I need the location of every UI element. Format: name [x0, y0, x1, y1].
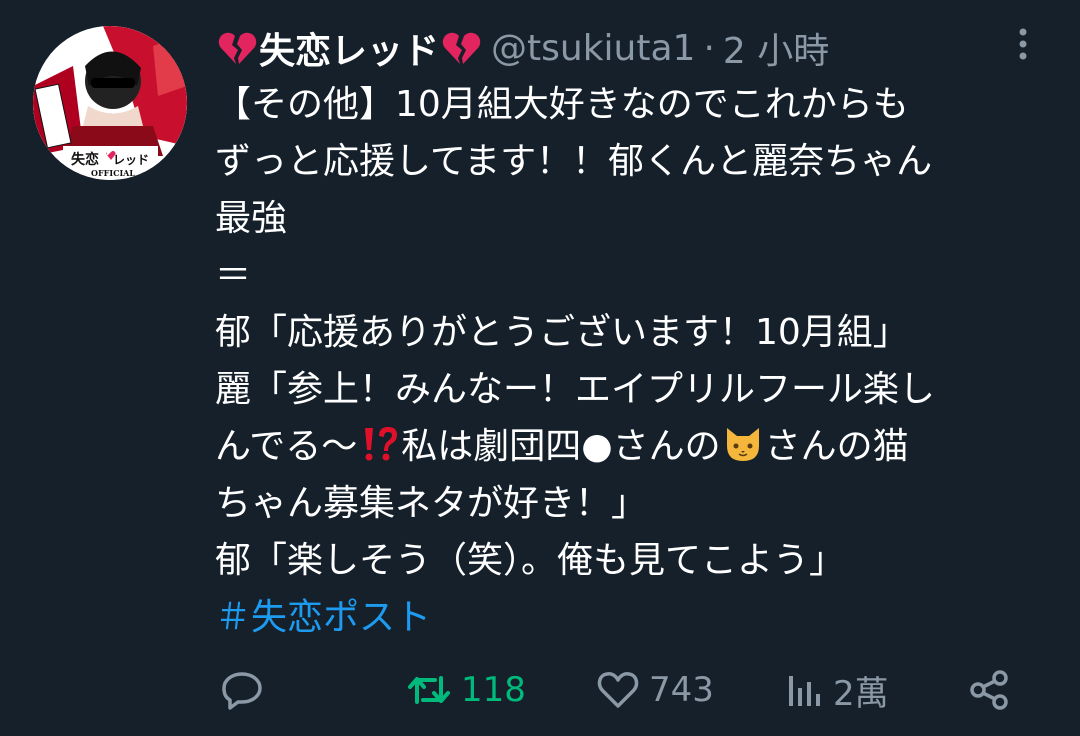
tweet-text-segment: 私は劇団四●さんの: [401, 426, 721, 467]
tweet-header: 失恋レッド @tsukiuta1 · 2 小時: [215, 20, 1045, 76]
avatar-logo-2: レッド: [113, 153, 149, 167]
separator: ·: [703, 27, 715, 69]
display-name-text: 失恋レッド: [259, 31, 440, 72]
tweet-text-segment: さんの猫: [764, 426, 909, 467]
tweet-text-segment: んでる〜: [215, 426, 358, 467]
tweet-line: 最強: [215, 198, 288, 239]
tweet-line: 麗「参上！みんなー！エイプリルフール楽し: [215, 369, 936, 410]
avatar-official: OFFICIAL: [91, 168, 135, 178]
tweet-content: 失恋レッド @tsukiuta1 · 2 小時 【その他】10月組大好きなのでこ…: [215, 20, 1045, 646]
like-button[interactable]: 743: [595, 660, 714, 720]
share-icon: [970, 670, 1008, 710]
display-name[interactable]: 失恋レッド: [215, 22, 483, 74]
tweet-line: 郁「楽しそう（笑）。俺も見てこよう」: [215, 540, 846, 581]
like-count: 743: [649, 670, 714, 710]
tweet-line: んでる〜 私は劇団四●さんの さんの猫: [215, 418, 1045, 475]
action-bar: 118 743 2萬: [215, 660, 1035, 720]
retweet-button[interactable]: 118: [405, 660, 526, 720]
cat-face-icon: [721, 424, 765, 481]
tweet-line: ちゃん募集ネタが好き！」: [215, 483, 648, 524]
tweet-line: 【その他】10月組大好きなのでこれからも: [215, 84, 909, 125]
retweet-count: 118: [461, 670, 526, 710]
views-icon: [789, 676, 820, 706]
broken-heart-icon: [441, 28, 481, 68]
timestamp[interactable]: 2 小時: [723, 22, 829, 74]
tweet-text: 【その他】10月組大好きなのでこれからも ずっと応援してます！！郁くんと麗奈ちゃ…: [215, 76, 1045, 646]
retweet-icon: [408, 676, 450, 704]
reply-button[interactable]: [220, 660, 272, 720]
handle[interactable]: @tsukiuta1: [491, 28, 695, 69]
hashtag-link[interactable]: ＃失恋ポスト: [215, 589, 1045, 646]
share-button[interactable]: [967, 660, 1011, 720]
reply-icon: [222, 672, 262, 710]
views-count: 2萬: [833, 673, 889, 714]
like-icon: [597, 672, 639, 708]
avatar-logo: 失恋: [71, 151, 99, 168]
tweet-line: ずっと応援してます！！郁くんと麗奈ちゃん: [215, 141, 933, 182]
tweet-line: 郁「応援ありがとうございます！10月組」: [215, 312, 909, 353]
views-button[interactable]: 2萬: [785, 660, 889, 720]
broken-heart-icon: [217, 28, 257, 68]
tweet-line: ＝: [215, 255, 252, 296]
interrobang-icon: [357, 424, 401, 481]
avatar[interactable]: 失恋 レッド OFFICIAL: [33, 26, 187, 180]
